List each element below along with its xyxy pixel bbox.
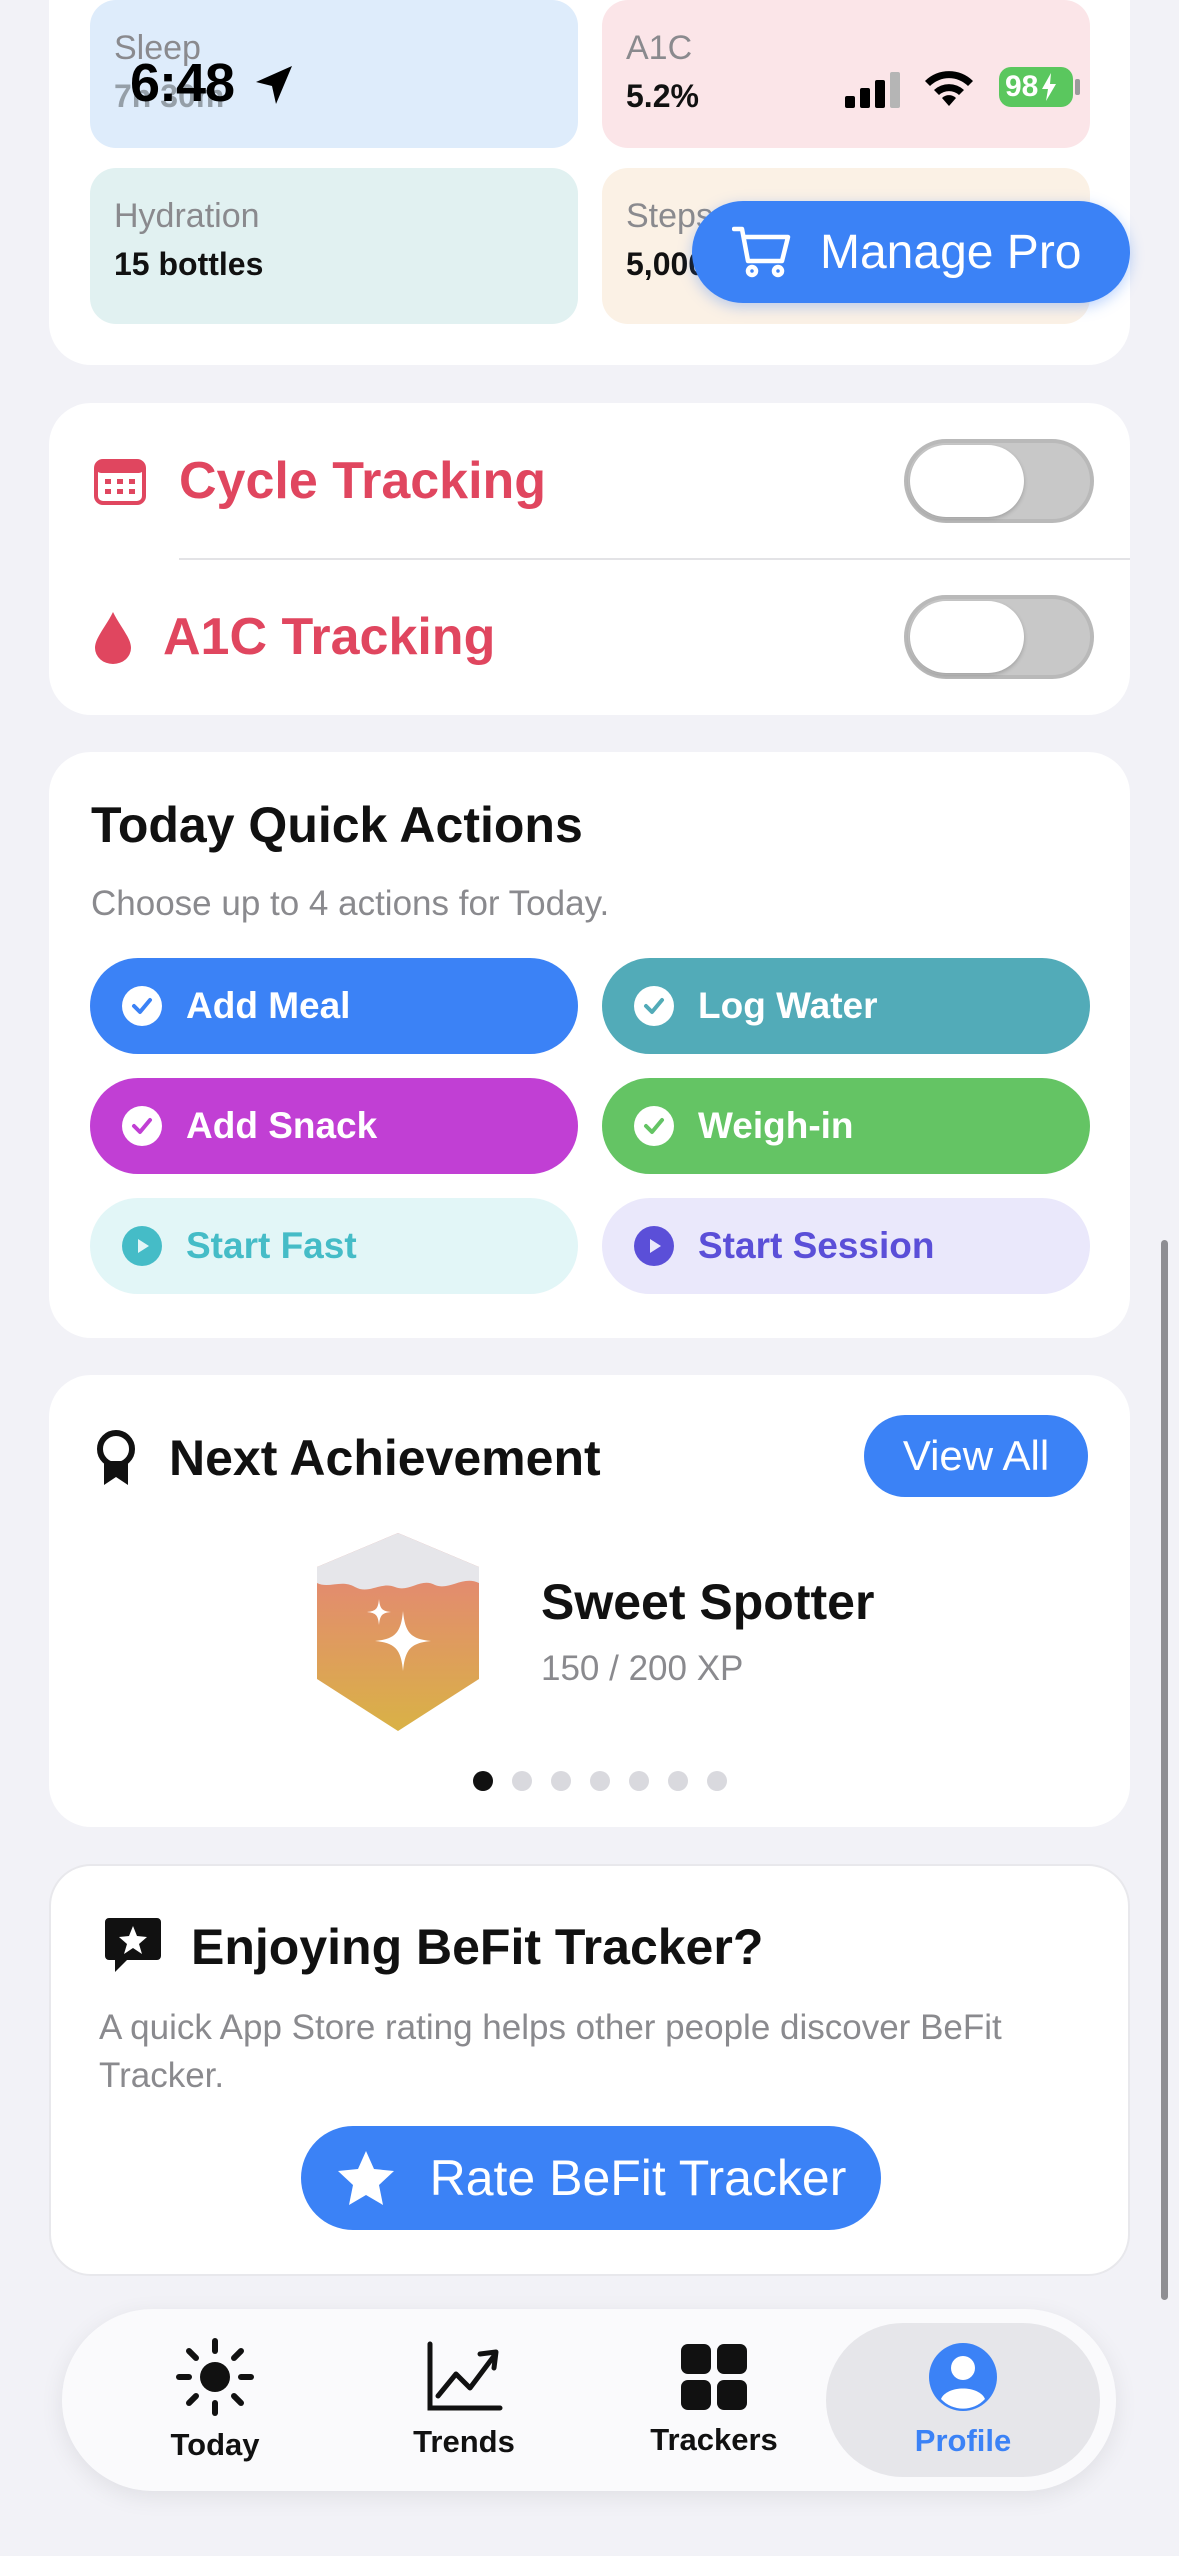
- drop-icon: [95, 612, 131, 664]
- cycle-tracking-label: Cycle Tracking: [179, 452, 547, 510]
- tracking-toggles-card: Cycle Tracking A1C Tracking: [49, 403, 1130, 715]
- achievement-title: Next Achievement: [169, 1430, 601, 1486]
- manage-pro-label: Manage Pro: [820, 225, 1082, 279]
- action-label: Weigh-in: [698, 1105, 854, 1146]
- tab-label: Trends: [413, 2424, 515, 2459]
- tab-bar: Today Trends Trackers Profile: [62, 2309, 1116, 2491]
- action-weigh-in[interactable]: Weigh-in: [602, 1078, 1090, 1174]
- sun-icon: [176, 2338, 254, 2416]
- battery-indicator: 98: [999, 67, 1073, 107]
- quick-actions-title: Today Quick Actions: [91, 797, 583, 853]
- star-icon: [337, 2151, 394, 2205]
- scrollbar[interactable]: [1161, 1240, 1168, 2300]
- tab-label: Profile: [914, 2423, 1012, 2458]
- battery-cap: [1075, 79, 1080, 95]
- metric-label: Hydration: [114, 197, 260, 235]
- play-circle-icon: [122, 1226, 162, 1266]
- action-label: Log Water: [698, 985, 878, 1026]
- checkmark-circle-icon: [122, 986, 162, 1026]
- play-circle-icon: [634, 1226, 674, 1266]
- page-dot[interactable]: [668, 1771, 688, 1791]
- tab-profile[interactable]: Profile: [826, 2323, 1100, 2477]
- page-dot[interactable]: [590, 1771, 610, 1791]
- page-dot[interactable]: [629, 1771, 649, 1791]
- rate-app-label: Rate BeFit Tracker: [429, 2150, 847, 2206]
- a1c-tracking-switch[interactable]: [904, 595, 1094, 679]
- page-dot[interactable]: [473, 1771, 493, 1791]
- person-circle-icon: [929, 2343, 997, 2411]
- tab-label: Trackers: [650, 2422, 778, 2457]
- tab-today[interactable]: Today: [90, 2309, 340, 2491]
- achievement-name: Sweet Spotter: [541, 1574, 875, 1630]
- metric-label: A1C: [626, 29, 693, 67]
- rating-body: A quick App Store rating helps other peo…: [99, 2008, 1002, 2095]
- checkmark-circle-icon: [634, 1106, 674, 1146]
- action-label: Add Snack: [186, 1105, 378, 1146]
- switch-knob: [910, 601, 1024, 673]
- achievement-card: Next Achievement View All Sweet Spotter …: [49, 1375, 1130, 1827]
- metric-value: 15 bottles: [114, 246, 264, 282]
- checkmark-circle-icon: [634, 986, 674, 1026]
- page-dot[interactable]: [512, 1771, 532, 1791]
- quick-actions-subtitle: Choose up to 4 actions for Today.: [91, 884, 610, 923]
- cycle-tracking-row: Cycle Tracking: [49, 403, 1130, 559]
- action-add-snack[interactable]: Add Snack: [90, 1078, 578, 1174]
- view-all-button[interactable]: View All: [864, 1415, 1088, 1497]
- switch-knob: [910, 445, 1024, 517]
- cellular-signal-icon: [845, 72, 900, 108]
- achievement-xp: 150 / 200 XP: [541, 1649, 744, 1688]
- a1c-tracking-label: A1C Tracking: [163, 608, 496, 666]
- a1c-tracking-row: A1C Tracking: [49, 559, 1130, 715]
- tab-trends[interactable]: Trends: [339, 2309, 589, 2491]
- tab-trackers[interactable]: Trackers: [589, 2309, 839, 2491]
- tab-label: Today: [170, 2427, 260, 2462]
- action-start-fast[interactable]: Start Fast: [90, 1198, 578, 1294]
- star-message-icon: [105, 1918, 161, 1972]
- location-arrow-icon: [256, 66, 292, 104]
- action-add-meal[interactable]: Add Meal: [90, 958, 578, 1054]
- rating-title: Enjoying BeFit Tracker?: [191, 1919, 764, 1975]
- wifi-icon: [925, 71, 973, 106]
- action-start-session[interactable]: Start Session: [602, 1198, 1090, 1294]
- action-log-water[interactable]: Log Water: [602, 958, 1090, 1054]
- cart-icon: [732, 226, 791, 278]
- status-time: 6:48: [130, 53, 235, 113]
- grid-icon: [681, 2344, 747, 2410]
- action-label: Start Session: [698, 1225, 935, 1266]
- checkmark-circle-icon: [122, 1106, 162, 1146]
- cycle-tracking-switch[interactable]: [904, 439, 1094, 523]
- page-dot[interactable]: [551, 1771, 571, 1791]
- action-label: Start Fast: [186, 1225, 357, 1266]
- battery-level: 98: [1005, 70, 1039, 103]
- action-label: Add Meal: [186, 985, 351, 1026]
- charging-bolt-icon: [1042, 73, 1057, 101]
- metric-tile-hydration[interactable]: Hydration 15 bottles: [90, 168, 578, 324]
- award-ribbon-icon: [97, 1430, 135, 1485]
- sparkle-badge-icon: [317, 1533, 479, 1731]
- calendar-icon: [94, 459, 146, 505]
- trend-chart-icon: [427, 2341, 503, 2411]
- page-dot[interactable]: [707, 1771, 727, 1791]
- rate-app-button[interactable]: Rate BeFit Tracker: [301, 2126, 881, 2230]
- manage-pro-button[interactable]: Manage Pro: [692, 201, 1130, 303]
- rating-card: Enjoying BeFit Tracker? A quick App Stor…: [49, 1864, 1130, 2276]
- quick-actions-card: Today Quick Actions Choose up to 4 actio…: [49, 752, 1130, 1338]
